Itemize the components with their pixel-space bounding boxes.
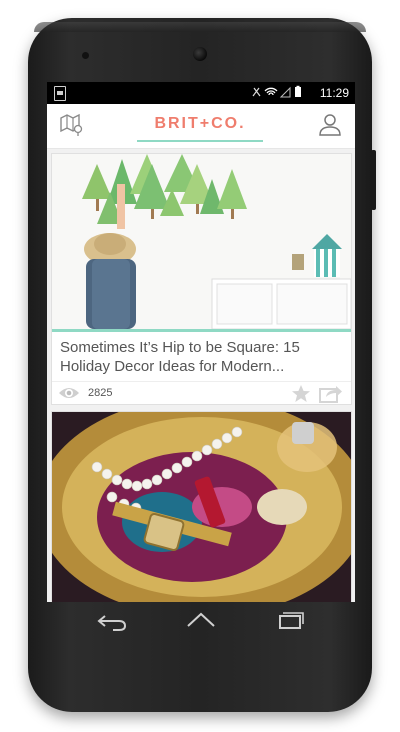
back-icon[interactable] — [95, 610, 129, 632]
notification-icon — [54, 86, 66, 101]
user-icon[interactable] — [317, 112, 343, 138]
eye-icon — [58, 386, 80, 400]
article-meta: 2825 — [52, 381, 351, 404]
recents-icon[interactable] — [273, 610, 307, 632]
article-image[interactable] — [52, 154, 351, 329]
star-icon[interactable] — [291, 384, 311, 403]
status-bar: 11:29 — [47, 82, 355, 104]
share-icon[interactable] — [319, 384, 343, 403]
map-icon[interactable] — [59, 112, 85, 138]
signal-icons — [252, 85, 301, 98]
power-button — [371, 150, 376, 210]
card-divider — [52, 329, 351, 332]
screen: 11:29 BRIT+CO. Sometimes It’s Hip to be … — [47, 82, 355, 602]
article-card[interactable]: Sometimes It’s Hip to be Square: 15 Holi… — [51, 153, 352, 405]
article-image[interactable] — [52, 412, 351, 602]
proximity-sensor — [82, 52, 89, 59]
article-card[interactable] — [51, 411, 352, 602]
home-icon[interactable] — [184, 610, 218, 632]
article-feed[interactable]: Sometimes It’s Hip to be Square: 15 Holi… — [47, 149, 355, 602]
status-icons — [251, 85, 303, 102]
view-count: 2825 — [88, 387, 113, 399]
logo-text: BRIT+CO. — [154, 115, 246, 132]
phone-shine — [34, 22, 366, 32]
app-bar: BRIT+CO. — [47, 104, 355, 149]
front-camera — [193, 47, 207, 61]
article-title[interactable]: Sometimes It’s Hip to be Square: 15 Holi… — [60, 338, 344, 376]
system-nav-bar — [47, 602, 355, 640]
brand-logo[interactable]: BRIT+CO. — [137, 110, 263, 142]
clock: 11:29 — [319, 86, 349, 100]
